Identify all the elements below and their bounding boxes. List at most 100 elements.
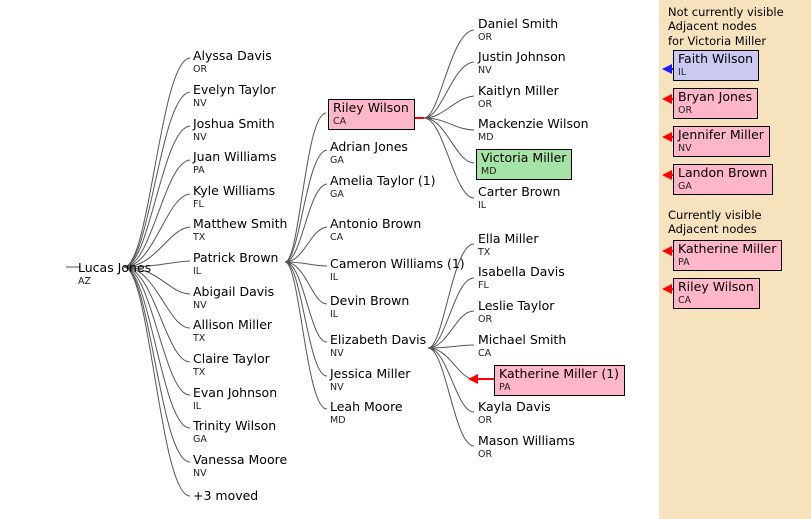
node-state: OR <box>478 448 493 460</box>
tree-node-level1[interactable]: Kyle Williams FL <box>193 183 276 209</box>
tree-node-level2[interactable]: Cameron Williams (1) IL <box>330 256 465 283</box>
tree-node-level3[interactable]: Leslie Taylor OR <box>478 299 554 324</box>
tree-node-level3[interactable]: Ella Miller TX <box>478 231 539 258</box>
node-name: Katherine Miller <box>678 241 777 256</box>
node-name: Matthew Smith <box>193 216 288 231</box>
node-name: Bryan Jones <box>678 89 753 104</box>
node-name: Kayla Davis <box>478 399 551 414</box>
tree-node-level1[interactable]: Patrick Brown IL <box>193 251 278 277</box>
sidebar-title-visible: Currently visible Adjacent nodes <box>668 208 762 237</box>
tree-node-level2[interactable]: Elizabeth Davis NV <box>330 332 427 359</box>
tree-node-level1[interactable]: Vanessa Moore NV <box>193 452 288 479</box>
tree-node-level1[interactable]: Matthew Smith TX <box>193 216 288 243</box>
node-name: Cameron Williams (1) <box>330 256 465 271</box>
node-state: NV <box>478 64 492 76</box>
node-name: Riley Wilson <box>678 279 754 294</box>
node-name: Katherine Miller (1) <box>499 366 620 381</box>
tree-node-level3[interactable]: Kayla Davis OR <box>478 399 551 426</box>
node-state: OR <box>478 414 493 426</box>
sidebar-node-faith-wilson[interactable]: Faith Wilson IL <box>673 50 760 81</box>
node-state: PA <box>193 164 205 176</box>
node-name: Jessica Miller <box>330 366 411 381</box>
tree-node-level1[interactable]: Alyssa Davis OR <box>193 48 272 74</box>
tree-node-katherine-miller[interactable]: Katherine Miller (1) PA <box>494 365 626 396</box>
node-state: OR <box>478 31 493 43</box>
node-name: Antonio Brown <box>330 216 422 231</box>
tree-node-level1[interactable]: Juan Williams PA <box>193 149 277 176</box>
tree-node-level3[interactable]: Michael Smith CA <box>478 333 566 359</box>
sidebar-node-jennifer-miller[interactable]: Jennifer Miller NV <box>673 126 770 157</box>
node-state: TX <box>193 332 206 344</box>
node-name: Alyssa Davis <box>193 48 272 63</box>
tree-node-level3[interactable]: Kaitlyn Miller OR <box>478 84 559 110</box>
node-state: GA <box>330 154 344 166</box>
node-state: NV <box>330 347 344 359</box>
tree-node-level1[interactable]: Evelyn Taylor NV <box>193 83 276 108</box>
node-state: MD <box>330 414 346 426</box>
node-state: MD <box>481 165 497 177</box>
node-state: OR <box>478 98 493 110</box>
node-name: Leah Moore <box>330 399 403 414</box>
node-state: TX <box>193 366 206 378</box>
sidebar-node-riley-wilson[interactable]: Riley Wilson CA <box>673 278 760 309</box>
tree-node-level2[interactable]: Antonio Brown CA <box>330 216 422 242</box>
node-state: IL <box>193 265 202 277</box>
tree-node-level3[interactable]: Mason Williams OR <box>478 433 575 460</box>
node-name: Vanessa Moore <box>193 452 288 467</box>
node-state: NV <box>678 142 692 154</box>
tree-node-level3[interactable]: Mackenzie Wilson MD <box>478 117 589 143</box>
node-state: FL <box>478 279 489 291</box>
node-name: Adrian Jones <box>330 139 408 154</box>
tree-node-level1[interactable]: Joshua Smith NV <box>193 117 275 143</box>
node-state: MD <box>478 131 494 143</box>
node-state: NV <box>193 467 207 479</box>
node-state: NV <box>193 131 207 143</box>
node-name: Allison Miller <box>193 317 273 332</box>
tree-node-root[interactable]: Lucas Jones AZ <box>78 261 151 286</box>
tree-node-level2[interactable]: Adrian Jones GA <box>330 139 408 166</box>
node-name: Amelia Taylor (1) <box>330 173 436 188</box>
sidebar-title-not-visible: Not currently visible Adjacent nodes for… <box>668 5 784 48</box>
sidebar-node-katherine-miller[interactable]: Katherine Miller PA <box>673 240 783 271</box>
node-name: Mason Williams <box>478 433 575 448</box>
node-state: NV <box>330 381 344 393</box>
tree-node-level2[interactable]: Devin Brown IL <box>330 293 410 319</box>
tree-node-level3[interactable]: Isabella Davis FL <box>478 265 565 291</box>
node-state: CA <box>333 115 347 127</box>
tree-node-level2[interactable]: Amelia Taylor (1) GA <box>330 173 436 200</box>
tree-node-riley-wilson[interactable]: Riley Wilson CA <box>328 99 415 130</box>
node-name: Devin Brown <box>330 293 410 308</box>
tree-node-level1[interactable]: Evan Johnson IL <box>193 386 277 411</box>
tree-node-level2[interactable]: Leah Moore MD <box>330 399 403 426</box>
node-name: Elizabeth Davis <box>330 332 427 347</box>
node-name: Justin Johnson <box>478 49 566 64</box>
node-state: TX <box>478 246 491 258</box>
node-state: CA <box>678 294 692 306</box>
tree-node-level2[interactable]: Jessica Miller NV <box>330 366 411 393</box>
tree-node-level3[interactable]: Justin Johnson NV <box>478 49 566 76</box>
sidebar-node-bryan-jones[interactable]: Bryan Jones OR <box>673 88 759 119</box>
node-name: Carter Brown <box>478 184 561 199</box>
tree-node-level1[interactable]: Claire Taylor TX <box>193 352 270 378</box>
tree-node-victoria-miller[interactable]: Victoria Miller MD <box>476 149 573 180</box>
node-state: CA <box>478 347 492 359</box>
diagram-canvas: Lucas Jones AZ Alyssa Davis OR Evelyn Ta… <box>0 0 811 519</box>
node-name: Kyle Williams <box>193 183 276 198</box>
node-state: GA <box>330 188 344 200</box>
node-state: NV <box>193 299 207 311</box>
node-name: Riley Wilson <box>333 100 409 115</box>
node-name: Ella Miller <box>478 231 539 246</box>
node-state: IL <box>330 271 339 283</box>
node-state: TX <box>193 231 206 243</box>
node-name: Juan Williams <box>193 149 277 164</box>
moved-nodes-label[interactable]: +3 moved <box>193 488 258 503</box>
sidebar-node-landon-brown[interactable]: Landon Brown GA <box>673 164 774 195</box>
tree-node-level1[interactable]: Trinity Wilson GA <box>193 419 276 444</box>
tree-node-level3[interactable]: Daniel Smith OR <box>478 17 558 43</box>
tree-node-level1[interactable]: Abigail Davis NV <box>193 285 274 311</box>
tree-node-level3[interactable]: Carter Brown IL <box>478 184 561 210</box>
node-name: Faith Wilson <box>678 51 754 66</box>
node-state: PA <box>499 381 511 393</box>
node-state: OR <box>678 104 693 116</box>
tree-node-level1[interactable]: Allison Miller TX <box>193 317 273 344</box>
